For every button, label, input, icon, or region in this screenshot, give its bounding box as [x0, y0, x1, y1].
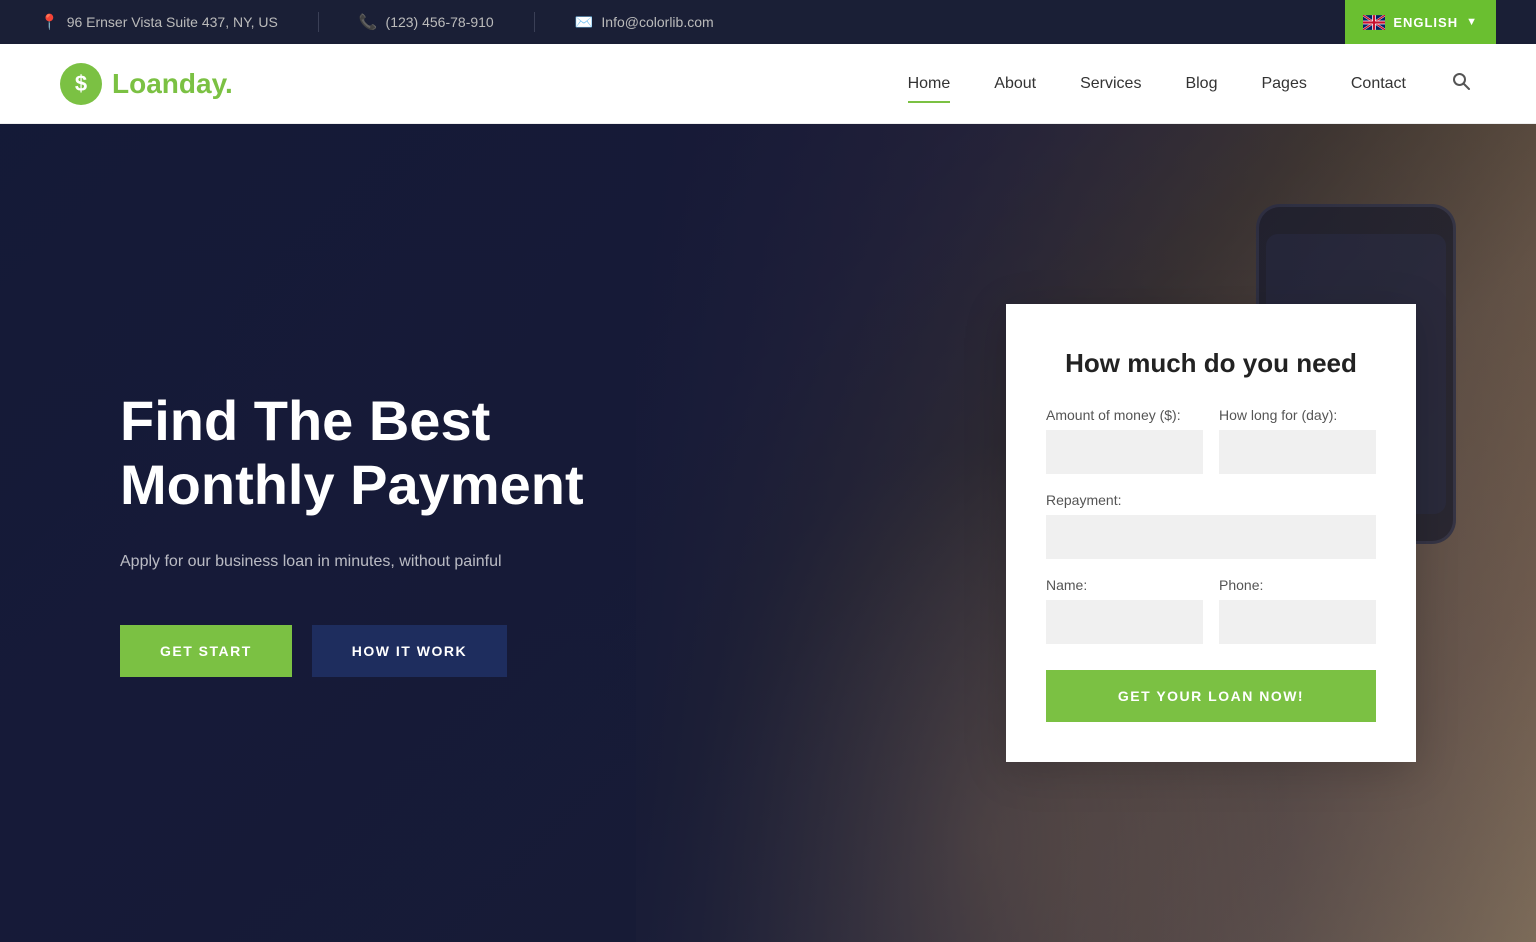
hero-content: Find The Best Monthly Payment Apply for …	[0, 124, 1536, 942]
form-group-amount: Amount of money ($):	[1046, 407, 1203, 474]
topbar-phone: 📞 (123) 456-78-910	[359, 13, 494, 31]
location-icon: 📍	[40, 13, 59, 31]
form-row-name-phone: Name: Phone:	[1046, 577, 1376, 644]
nav-item-services[interactable]: Services	[1058, 47, 1163, 121]
hero-title: Find The Best Monthly Payment	[120, 389, 640, 518]
name-input[interactable]	[1046, 600, 1203, 644]
nav-link-services[interactable]: Services	[1058, 47, 1163, 121]
how-it-work-button[interactable]: HOW IT WORK	[312, 625, 507, 677]
form-group-repayment: Repayment:	[1046, 492, 1376, 559]
nav-link-home[interactable]: Home	[886, 47, 973, 121]
logo-text: Loanday.	[112, 68, 233, 100]
nav-item-contact[interactable]: Contact	[1329, 47, 1428, 121]
form-row-amount-duration: Amount of money ($): How long for (day):	[1046, 407, 1376, 474]
phone-label: Phone:	[1219, 577, 1376, 593]
logo-icon: $	[60, 63, 102, 105]
nav-link-blog[interactable]: Blog	[1163, 47, 1239, 121]
nav-links: Home About Services Blog Pages Contact	[886, 47, 1428, 121]
hero-form-wrapper: How much do you need Amount of money ($)…	[1006, 304, 1416, 762]
chevron-down-icon: ▼	[1466, 16, 1478, 28]
form-group-name: Name:	[1046, 577, 1203, 644]
navbar: $ Loanday. Home About Services Blog Page…	[0, 44, 1536, 124]
duration-input[interactable]	[1219, 430, 1376, 474]
topbar-right: ENGLISH ▼	[1345, 0, 1496, 44]
duration-label: How long for (day):	[1219, 407, 1376, 423]
form-heading: How much do you need	[1046, 348, 1376, 379]
search-icon[interactable]	[1446, 66, 1476, 101]
nav-link-contact[interactable]: Contact	[1329, 47, 1428, 121]
repayment-label: Repayment:	[1046, 492, 1376, 508]
phone-input[interactable]	[1219, 600, 1376, 644]
topbar-divider-1	[318, 12, 319, 32]
loan-form-card: How much do you need Amount of money ($)…	[1006, 304, 1416, 762]
hero-subtitle: Apply for our business loan in minutes, …	[120, 548, 640, 575]
form-group-phone: Phone:	[1219, 577, 1376, 644]
nav-link-pages[interactable]: Pages	[1239, 47, 1328, 121]
phone-icon: 📞	[359, 13, 378, 31]
email-icon: ✉️	[575, 13, 594, 31]
nav-link-about[interactable]: About	[972, 47, 1058, 121]
hero-buttons: GET START HOW IT WORK	[120, 625, 640, 677]
nav-item-pages[interactable]: Pages	[1239, 47, 1328, 121]
name-label: Name:	[1046, 577, 1203, 593]
topbar-address: 📍 96 Ernser Vista Suite 437, NY, US	[40, 13, 278, 31]
nav-item-home[interactable]: Home	[886, 47, 973, 121]
repayment-input[interactable]	[1046, 515, 1376, 559]
amount-input[interactable]	[1046, 430, 1203, 474]
topbar-divider-2	[534, 12, 535, 32]
language-button[interactable]: ENGLISH ▼	[1345, 0, 1496, 44]
nav-item-blog[interactable]: Blog	[1163, 47, 1239, 121]
nav-item-about[interactable]: About	[972, 47, 1058, 121]
form-group-duration: How long for (day):	[1219, 407, 1376, 474]
get-loan-button[interactable]: GET YOUR LOAN NOW!	[1046, 670, 1376, 722]
uk-flag-icon	[1363, 15, 1385, 30]
hero-section: Find The Best Monthly Payment Apply for …	[0, 124, 1536, 942]
svg-text:$: $	[75, 71, 87, 96]
amount-label: Amount of money ($):	[1046, 407, 1203, 423]
topbar-email: ✉️ Info@colorlib.com	[575, 13, 714, 31]
get-start-button[interactable]: GET START	[120, 625, 292, 677]
hero-text: Find The Best Monthly Payment Apply for …	[120, 389, 640, 677]
logo[interactable]: $ Loanday.	[60, 63, 233, 105]
topbar: 📍 96 Ernser Vista Suite 437, NY, US 📞 (1…	[0, 0, 1536, 44]
